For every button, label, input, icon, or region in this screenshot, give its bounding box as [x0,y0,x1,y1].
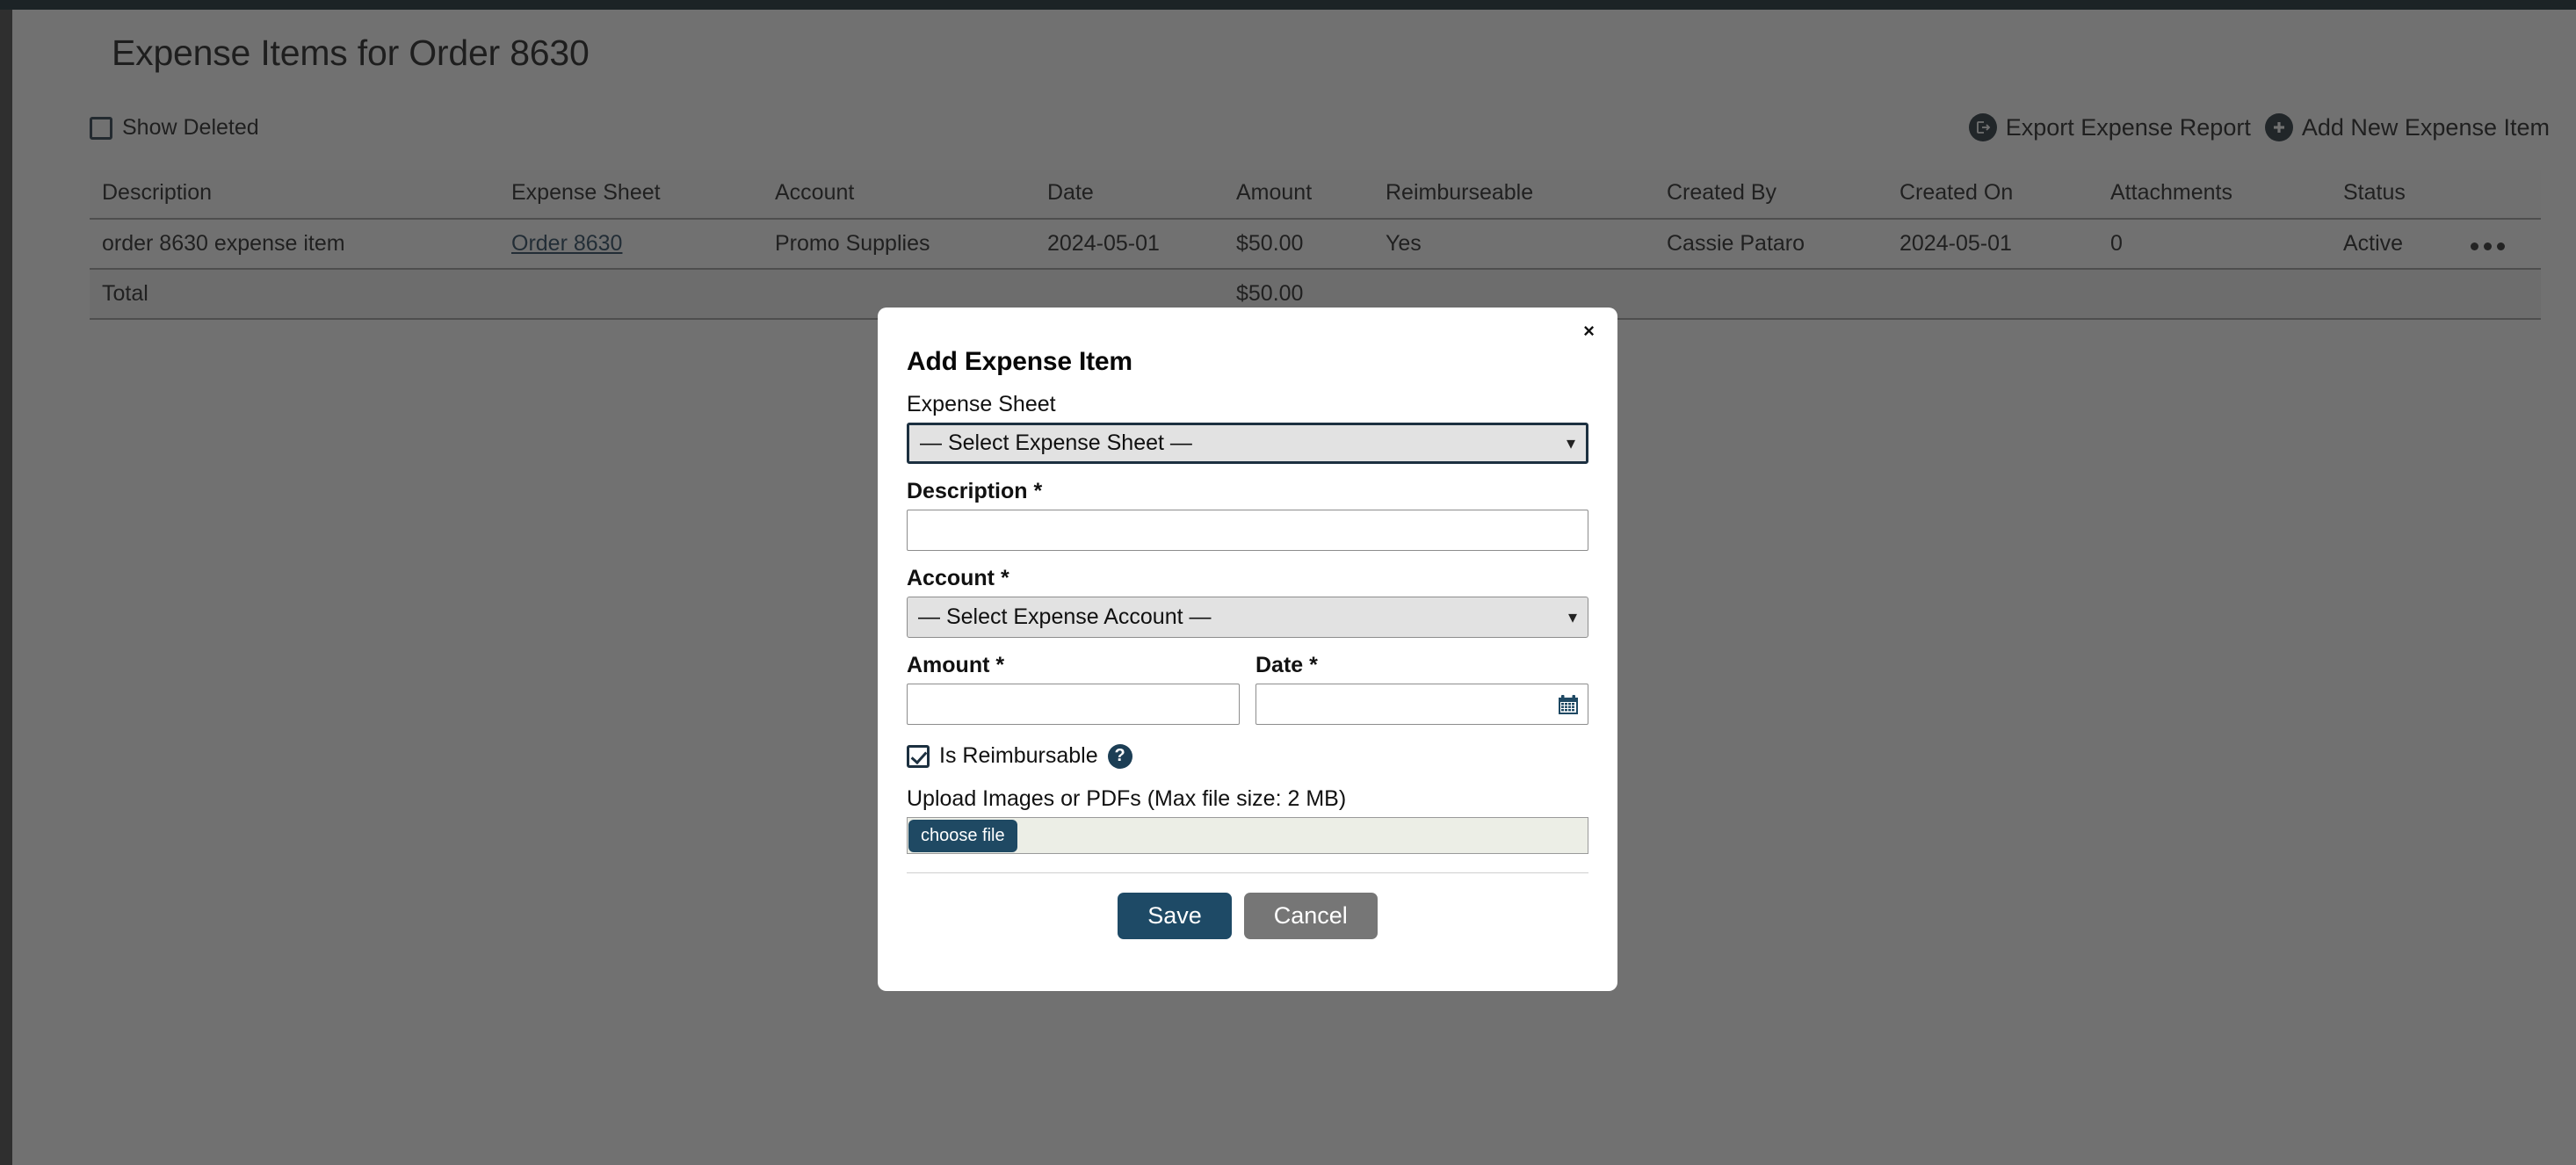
file-upload-control[interactable]: choose file [907,817,1588,854]
chevron-down-icon: ▾ [1566,433,1575,453]
field-description: Description * [907,479,1588,551]
choose-file-button[interactable]: choose file [908,819,1017,852]
dialog-title: Add Expense Item [907,347,1132,376]
calendar-icon[interactable] [1557,693,1580,716]
cancel-button[interactable]: Cancel [1243,893,1378,939]
chevron-down-icon: ▾ [1567,607,1577,627]
field-date: Date * [1255,653,1588,725]
date-label: Date * [1255,653,1318,677]
add-expense-item-dialog: × Add Expense Item Expense Sheet — Selec… [878,308,1617,991]
field-expense-sheet: Expense Sheet — Select Expense Sheet — ▾ [907,392,1588,464]
save-button[interactable]: Save [1118,893,1232,939]
date-input[interactable] [1255,684,1588,725]
expense-sheet-label: Expense Sheet [907,392,1056,416]
dialog-divider [907,872,1588,873]
is-reimbursable-checkbox[interactable] [907,744,930,768]
expense-sheet-selected-value: — Select Expense Sheet — [920,431,1192,455]
field-amount: Amount * [907,653,1240,725]
is-reimbursable-label: Is Reimbursable [939,743,1098,768]
question-mark-circle-icon[interactable]: ? [1107,743,1132,769]
field-account: Account * — Select Expense Account — ▾ [907,566,1588,638]
expense-sheet-select[interactable]: — Select Expense Sheet — ▾ [907,423,1588,464]
amount-date-row: Amount * Date * [907,653,1588,725]
amount-label: Amount * [907,653,1005,677]
description-label: Description * [907,479,1043,503]
close-icon[interactable]: × [1583,322,1595,341]
amount-input[interactable] [907,684,1240,725]
is-reimbursable-row: Is Reimbursable ? [907,743,1588,769]
account-select[interactable]: — Select Expense Account — ▾ [907,597,1588,638]
upload-label: Upload Images or PDFs (Max file size: 2 … [907,786,1347,811]
account-selected-value: — Select Expense Account — [918,604,1212,629]
date-input-wrapper [1255,684,1588,725]
dialog-actions: Save Cancel [907,893,1588,939]
account-label: Account * [907,566,1009,590]
description-input[interactable] [907,510,1588,551]
